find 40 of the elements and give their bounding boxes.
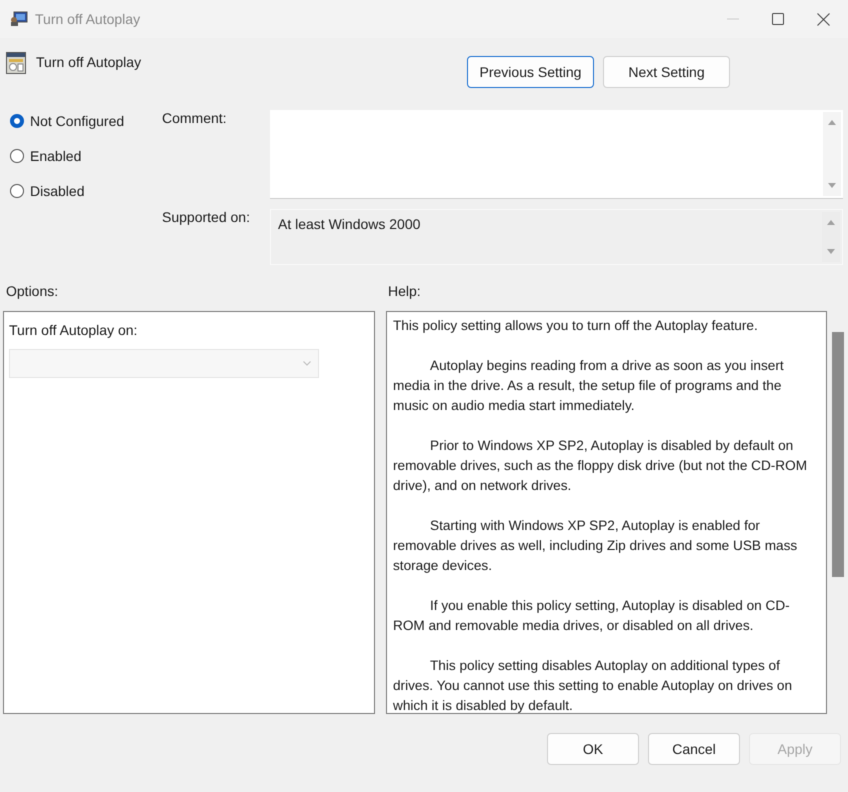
field-label: Turn off Autoplay on:	[9, 322, 138, 338]
comment-field[interactable]	[270, 110, 843, 199]
scroll-down-icon[interactable]	[828, 183, 836, 188]
window-title: Turn off Autoplay	[35, 11, 140, 27]
minimize-icon[interactable]	[727, 18, 739, 20]
setting-button[interactable]: Next Setting	[603, 56, 730, 88]
chevron-icon	[303, 361, 311, 366]
computer-icon	[10, 11, 28, 27]
scroll-thumb[interactable]	[832, 332, 844, 577]
options-label: Options:	[6, 283, 60, 301]
policy-icon	[6, 52, 26, 74]
dialog-button[interactable]: OK	[547, 733, 639, 765]
help-label: Help:	[388, 283, 422, 301]
radio-option[interactable]: Not Configured	[10, 110, 162, 131]
radio-label: Enabled	[30, 148, 82, 164]
policy-title: Turn off Autoplay	[36, 54, 142, 70]
help-paragraph: Prior to Windows XP SP2, Autoplay is disabled by default on removable drives, such as the floppy disk drive (but not the CD-ROM drive), and on network drives.	[393, 437, 808, 495]
supported-label: Supported on:	[162, 209, 251, 227]
help-paragraph: If you enable this policy setting, Autoplay is disabled on CD-ROM and removable media drives, or disabled on all drives.	[393, 597, 791, 635]
scroll-down-icon[interactable]	[827, 249, 835, 254]
radio-button[interactable]	[10, 114, 24, 128]
scrollbar[interactable]	[823, 112, 841, 196]
help-paragraph: This policy setting disables Autoplay on additional types of drives. You cannot use this setting to enable Autoplay on drives on which it is disabled by default.	[393, 657, 794, 713]
radio-label: Disabled	[30, 182, 84, 198]
radio-button[interactable]	[10, 148, 24, 162]
supported-value: At least Windows 2000	[278, 216, 420, 232]
dialog-button[interactable]: Cancel	[648, 733, 740, 765]
close-icon[interactable]	[817, 12, 830, 26]
scroll-up-icon[interactable]	[828, 120, 836, 125]
radio-button[interactable]	[10, 184, 24, 198]
radio-option[interactable]: Disabled	[10, 180, 162, 201]
help-paragraph: Autoplay begins reading from a drive as soon as you insert media in the drive. As a result, the setup file of programs and the music on audio media start immediately.	[393, 357, 785, 415]
maximize-icon[interactable]	[772, 13, 784, 25]
radio-label: Not Configured	[30, 112, 124, 128]
setting-button[interactable]: Previous Setting	[467, 56, 594, 88]
help-paragraph: This policy setting allows you to turn off the Autoplay feature.	[393, 317, 759, 335]
scroll-up-icon[interactable]	[827, 220, 835, 225]
radio-option[interactable]: Enabled	[10, 145, 162, 166]
comment-label: Comment:	[162, 110, 228, 128]
help-paragraph: Starting with Windows XP SP2, Autoplay is enabled for removable drives as well, including Zip drives and some USB mass storage devices.	[393, 517, 798, 575]
